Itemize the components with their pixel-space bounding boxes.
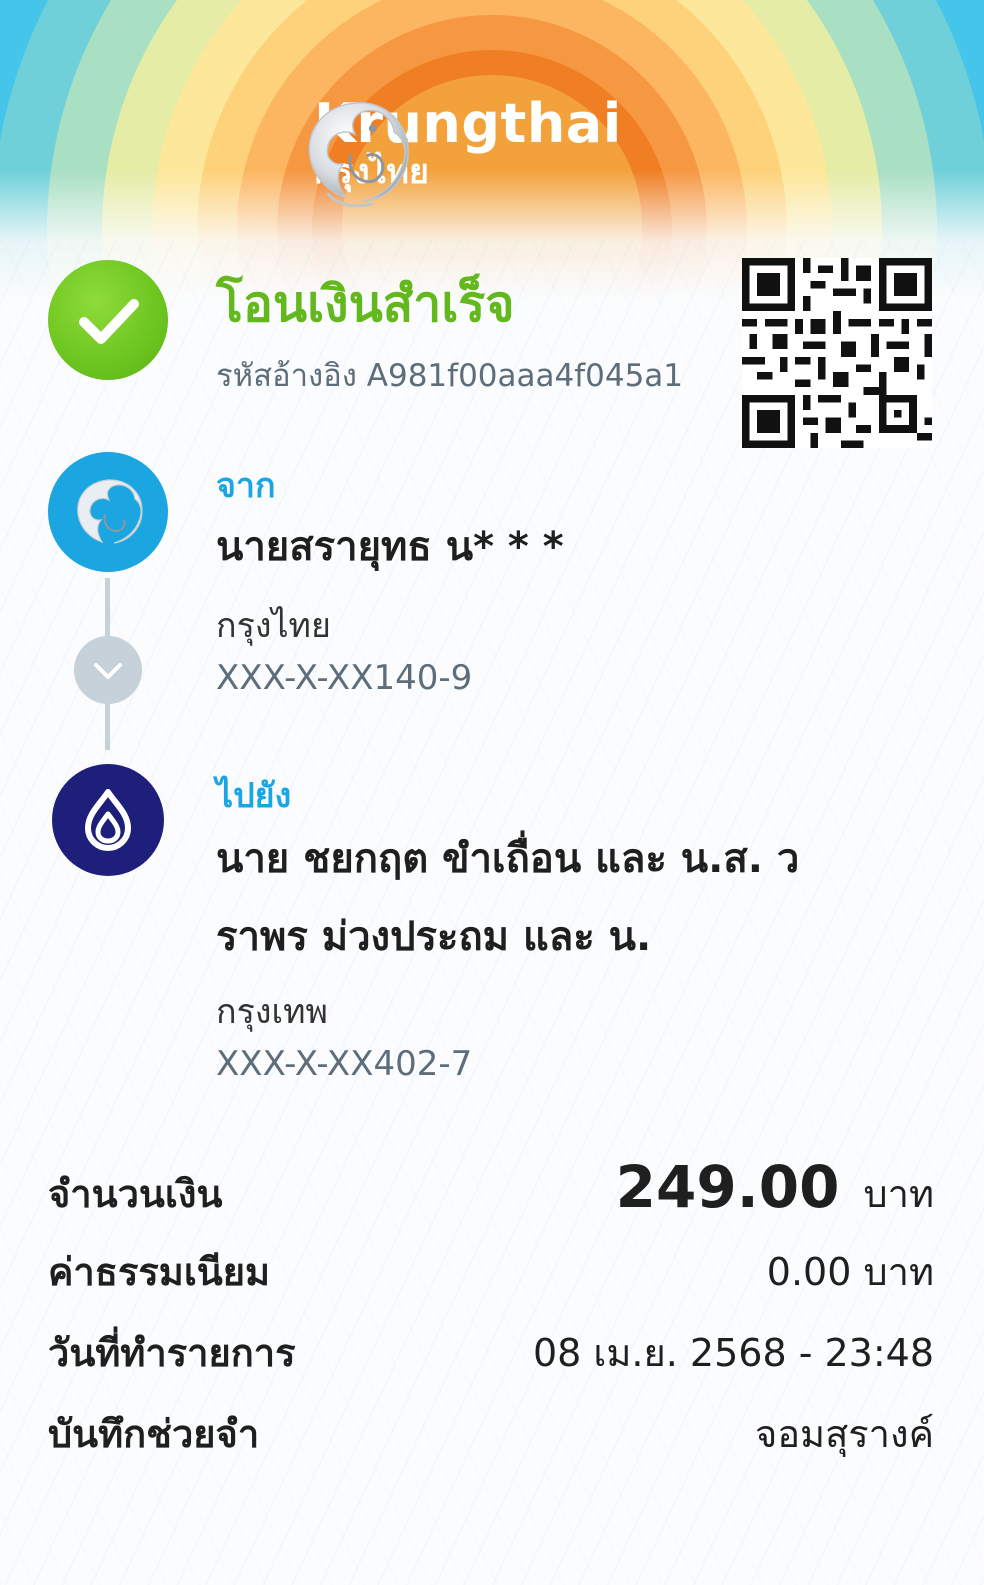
amount-number: 249.00: [615, 1153, 840, 1221]
krungthai-logo: Krungthai กรุงไทย: [298, 95, 622, 208]
memo-value: จอมสุรางค์: [754, 1412, 934, 1456]
to-account: XXX-X-XX402-7: [216, 1044, 473, 1084]
fee-value: 0.00 บาท: [766, 1250, 934, 1294]
to-name-line1: นาย ชยกฤต ขำเถื่อน และ น.ส. ว: [216, 836, 800, 882]
krungthai-bank-icon: [48, 452, 168, 572]
fee-row: ค่าธรรมเนียม 0.00 บาท: [48, 1240, 934, 1310]
amount-value: 249.00 บาท: [616, 1153, 934, 1224]
from-name: นายสรายุทธ น* * *: [216, 524, 564, 570]
amount-label: จำนวนเงิน: [48, 1172, 223, 1216]
to-label: ไปยัง: [216, 776, 292, 816]
chevron-down-icon: [74, 636, 142, 704]
to-name-line2: ราพร ม่วงประถม และ น.: [216, 914, 652, 960]
from-bank: กรุงไทย: [216, 606, 331, 646]
status-title: โอนเงินสำเร็จ: [216, 275, 515, 333]
memo-label: บันทึกช่วยจำ: [48, 1412, 260, 1456]
fee-label: ค่าธรรมเนียม: [48, 1250, 271, 1294]
bangkok-bank-icon: [52, 764, 164, 876]
amount-unit: บาท: [863, 1172, 934, 1216]
date-label: วันที่ทำรายการ: [48, 1331, 296, 1375]
to-bank: กรุงเทพ: [216, 992, 328, 1032]
bird-logo-icon: [308, 102, 409, 208]
memo-row: บันทึกช่วยจำ จอมสุรางค์: [48, 1402, 934, 1472]
success-check-icon: [48, 260, 168, 380]
qr-code[interactable]: [742, 258, 932, 448]
from-label: จาก: [216, 466, 276, 506]
from-account: XXX-X-XX140-9: [216, 658, 473, 698]
transfer-slip: Krungthai กรุงไทย โอนเงินสำเร็จ รหัสอ้าง…: [0, 0, 984, 1585]
date-value: 08 เม.ย. 2568 - 23:48: [532, 1331, 934, 1375]
amount-row: จำนวนเงิน 249.00 บาท: [48, 1150, 934, 1232]
reference-number: รหัสอ้างอิง A981f00aaa4f045a1: [216, 358, 684, 394]
date-row: วันที่ทำรายการ 08 เม.ย. 2568 - 23:48: [48, 1321, 934, 1391]
